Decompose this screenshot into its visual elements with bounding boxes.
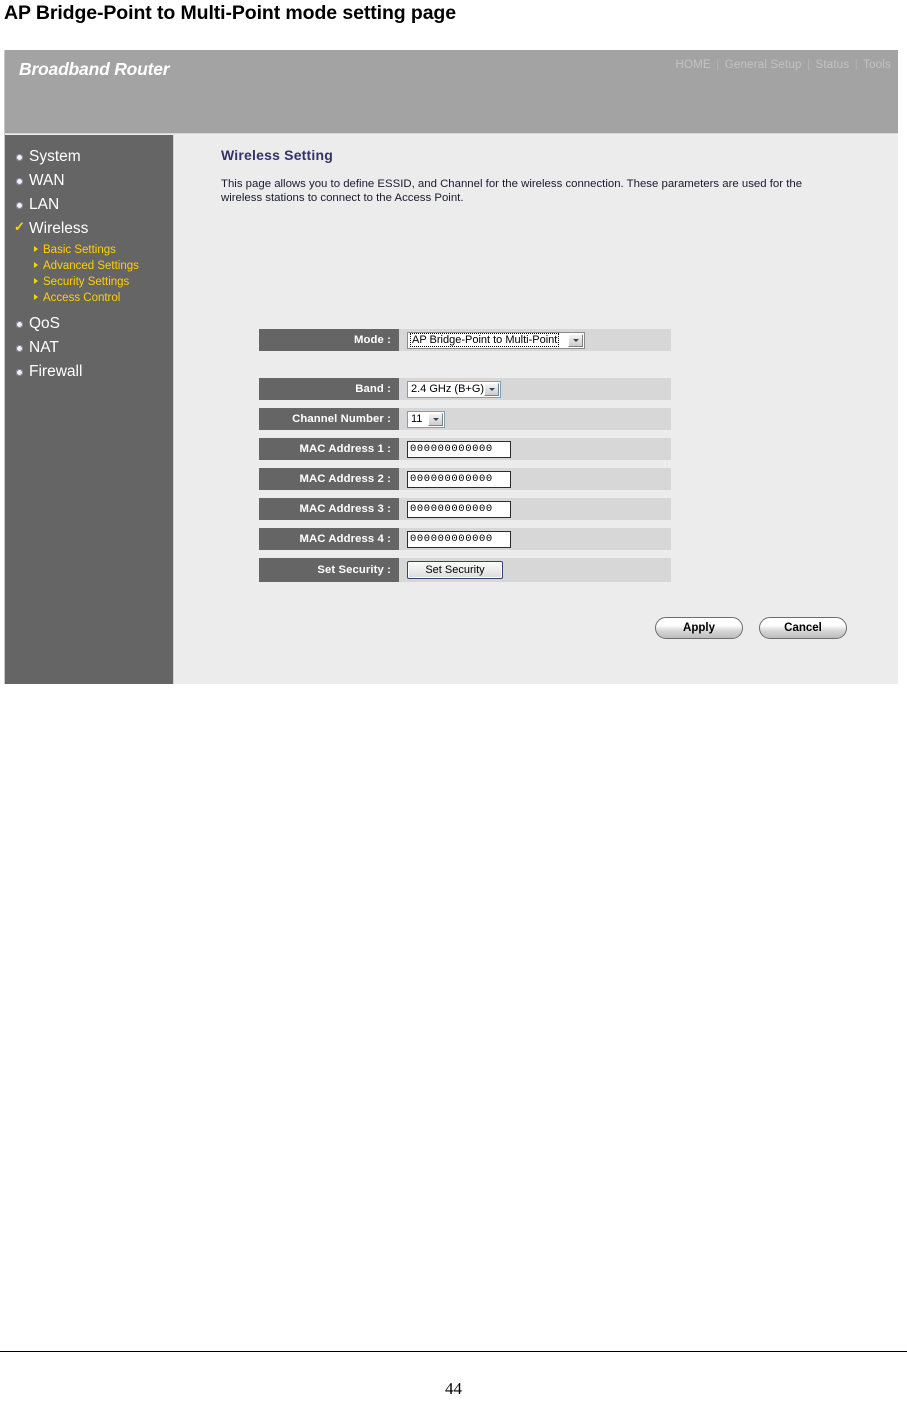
page-title: Wireless Setting bbox=[221, 147, 333, 163]
field-label-set-security: Set Security : bbox=[259, 558, 399, 582]
field-label-mac-address-1: MAC Address 1 : bbox=[259, 438, 399, 460]
sidebar-item-firewall[interactable]: Firewall bbox=[5, 360, 173, 384]
check-icon: ✓ bbox=[14, 219, 25, 234]
bullet-icon bbox=[16, 178, 23, 185]
form-row-mac-address-4: MAC Address 4 : bbox=[259, 528, 671, 550]
sidebar-item-label: NAT bbox=[29, 339, 59, 356]
sidebar-item-system[interactable]: System bbox=[5, 145, 173, 169]
arrow-right-icon bbox=[34, 262, 38, 268]
sidebar-item-wireless[interactable]: ✓ Wireless bbox=[5, 217, 173, 241]
page-number: 44 bbox=[445, 1379, 462, 1398]
nav-link-status[interactable]: Status bbox=[816, 59, 850, 71]
field-label-channel-number: Channel Number : bbox=[259, 408, 399, 430]
field-label-mode: Mode : bbox=[259, 329, 399, 351]
band-select-value: 2.4 GHz (B+G) bbox=[411, 383, 485, 395]
footer-divider bbox=[0, 1351, 907, 1352]
sidebar-subitem-label: Access Control bbox=[43, 292, 121, 304]
sidebar-item-wan[interactable]: WAN bbox=[5, 169, 173, 193]
field-control-mac-address-2 bbox=[407, 468, 511, 490]
field-control-mac-address-3 bbox=[407, 498, 511, 520]
sidebar-item-label: WAN bbox=[29, 172, 65, 189]
sidebar-item-label: LAN bbox=[29, 196, 60, 213]
form-actions: Apply Cancel bbox=[655, 617, 875, 641]
mac-address-1-input[interactable] bbox=[407, 440, 511, 458]
field-control-mac-address-1 bbox=[407, 438, 511, 460]
form-row-channel-number: Channel Number : 11 bbox=[259, 408, 671, 430]
field-control-mac-address-4 bbox=[407, 528, 511, 550]
chevron-down-icon[interactable] bbox=[428, 412, 443, 426]
nav-separator-1: | bbox=[716, 59, 720, 71]
nav-link-tools[interactable]: Tools bbox=[863, 59, 891, 71]
bullet-icon bbox=[16, 202, 23, 209]
arrow-right-icon bbox=[34, 294, 38, 300]
cancel-button[interactable]: Cancel bbox=[759, 617, 847, 639]
field-label-band: Band : bbox=[259, 378, 399, 400]
form-row-set-security: Set Security : Set Security bbox=[259, 558, 671, 582]
mode-select-value: AP Bridge-Point to Multi-Point bbox=[409, 333, 560, 347]
field-label-mac-address-2: MAC Address 2 : bbox=[259, 468, 399, 490]
chevron-down-icon[interactable] bbox=[568, 333, 583, 347]
sidebar-subitems-wireless: Basic Settings Advanced Settings Securit… bbox=[5, 241, 173, 312]
sidebar-item-label: QoS bbox=[29, 315, 61, 332]
sidebar-item-security-settings[interactable]: Security Settings bbox=[5, 274, 173, 290]
bullet-icon bbox=[16, 369, 23, 376]
wireless-settings-form: Mode : AP Bridge-Point to Multi-Point Ba… bbox=[259, 329, 671, 590]
sidebar-item-label: Wireless bbox=[29, 220, 89, 237]
app-banner: Broadband Router HOME | General Setup | … bbox=[5, 50, 898, 134]
arrow-right-icon bbox=[34, 278, 38, 284]
sidebar-item-access-control[interactable]: Access Control bbox=[5, 290, 173, 306]
nav-separator-3: | bbox=[854, 59, 858, 71]
sidebar-item-basic-settings[interactable]: Basic Settings bbox=[5, 242, 173, 258]
field-label-mac-address-4: MAC Address 4 : bbox=[259, 528, 399, 550]
content-pane: Wireless Setting This page allows you to… bbox=[175, 135, 898, 684]
sidebar-item-qos[interactable]: QoS bbox=[5, 312, 173, 336]
bullet-icon bbox=[16, 321, 23, 328]
field-control-set-security: Set Security bbox=[407, 558, 503, 582]
sidebar-navigation: System WAN LAN ✓ Wireless Basic Settings… bbox=[5, 135, 174, 684]
product-logo: Broadband Router bbox=[19, 59, 170, 79]
band-select[interactable]: 2.4 GHz (B+G) bbox=[407, 380, 501, 398]
channel-number-select-value: 11 bbox=[411, 413, 423, 425]
sidebar-subitem-label: Basic Settings bbox=[43, 244, 116, 256]
nav-separator-2: | bbox=[806, 59, 811, 71]
chevron-down-icon[interactable] bbox=[484, 382, 499, 396]
channel-number-select[interactable]: 11 bbox=[407, 410, 445, 428]
form-row-band: Band : 2.4 GHz (B+G) bbox=[259, 378, 671, 400]
mode-select[interactable]: AP Bridge-Point to Multi-Point bbox=[407, 331, 585, 349]
form-row-mac-address-1: MAC Address 1 : bbox=[259, 438, 671, 460]
set-security-button[interactable]: Set Security bbox=[407, 561, 503, 579]
top-navigation: HOME | General Setup | Status | Tools bbox=[675, 59, 891, 71]
arrow-right-icon bbox=[34, 246, 38, 252]
document-heading: AP Bridge-Point to Multi-Point mode sett… bbox=[4, 2, 456, 24]
form-row-mac-address-2: MAC Address 2 : bbox=[259, 468, 671, 490]
field-control-channel-number: 11 bbox=[407, 408, 445, 430]
field-label-mac-address-3: MAC Address 3 : bbox=[259, 498, 399, 520]
page-description: This page allows you to define ESSID, an… bbox=[221, 178, 803, 204]
router-admin-window: Broadband Router HOME | General Setup | … bbox=[4, 50, 898, 684]
sidebar-item-label: Firewall bbox=[29, 363, 83, 380]
sidebar-subitem-label: Security Settings bbox=[43, 276, 130, 288]
field-control-band: 2.4 GHz (B+G) bbox=[407, 378, 501, 400]
sidebar-item-label: System bbox=[29, 148, 81, 165]
nav-link-general-setup[interactable]: General Setup bbox=[725, 59, 802, 71]
sidebar-subitem-label: Advanced Settings bbox=[43, 260, 139, 272]
sidebar-item-lan[interactable]: LAN bbox=[5, 193, 173, 217]
mac-address-2-input[interactable] bbox=[407, 470, 511, 488]
mac-address-3-input[interactable] bbox=[407, 500, 511, 518]
bullet-icon bbox=[16, 154, 23, 161]
bullet-icon bbox=[16, 345, 23, 352]
apply-button[interactable]: Apply bbox=[655, 617, 743, 639]
nav-link-home[interactable]: HOME bbox=[675, 59, 710, 71]
sidebar-item-nat[interactable]: NAT bbox=[5, 336, 173, 360]
field-control-mode: AP Bridge-Point to Multi-Point bbox=[407, 329, 585, 351]
sidebar-item-advanced-settings[interactable]: Advanced Settings bbox=[5, 258, 173, 274]
form-row-mode: Mode : AP Bridge-Point to Multi-Point bbox=[259, 329, 671, 351]
form-row-mac-address-3: MAC Address 3 : bbox=[259, 498, 671, 520]
mac-address-4-input[interactable] bbox=[407, 530, 511, 548]
